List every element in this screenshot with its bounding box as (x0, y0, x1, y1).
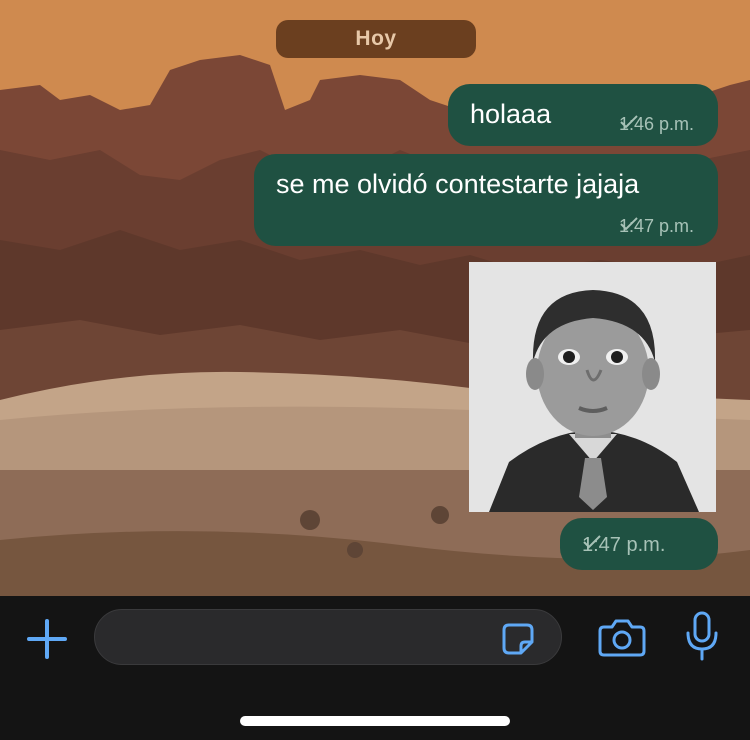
date-separator: Hoy (276, 20, 476, 58)
voice-note-button[interactable] (682, 610, 722, 664)
sent-check-icon (583, 535, 601, 549)
plus-icon (27, 619, 67, 659)
home-indicator (240, 716, 510, 726)
sticker-icon (502, 623, 534, 655)
sent-check-icon (620, 217, 638, 231)
sent-check-icon (620, 115, 638, 129)
message-bubble-outgoing[interactable]: holaaa 1:46 p.m. (448, 84, 718, 146)
message-text: holaaa (470, 99, 552, 129)
message-meta: 1:47 p.m. (619, 216, 694, 237)
attach-button[interactable] (24, 616, 70, 662)
chat-wallpaper: Hoy holaaa 1:46 p.m. se me olvidó contes… (0, 0, 750, 596)
message-input-bar (0, 596, 750, 740)
message-text-input[interactable] (94, 609, 562, 665)
sticker-button[interactable] (499, 620, 537, 658)
message-text: se me olvidó contestarte jajaja (276, 169, 640, 199)
camera-icon (598, 619, 646, 657)
message-bubble-outgoing[interactable]: se me olvidó contestarte jajaja 1:47 p.m… (254, 154, 718, 246)
photo-timestamp-bubble: 1:47 p.m. (560, 518, 718, 570)
photo-message[interactable] (469, 262, 716, 512)
camera-button[interactable] (597, 614, 647, 660)
message-meta: 1:46 p.m. (619, 114, 694, 135)
child-portrait-photo (469, 262, 716, 512)
microphone-icon (686, 611, 718, 661)
message-meta: 1:47 p.m. (582, 534, 665, 557)
